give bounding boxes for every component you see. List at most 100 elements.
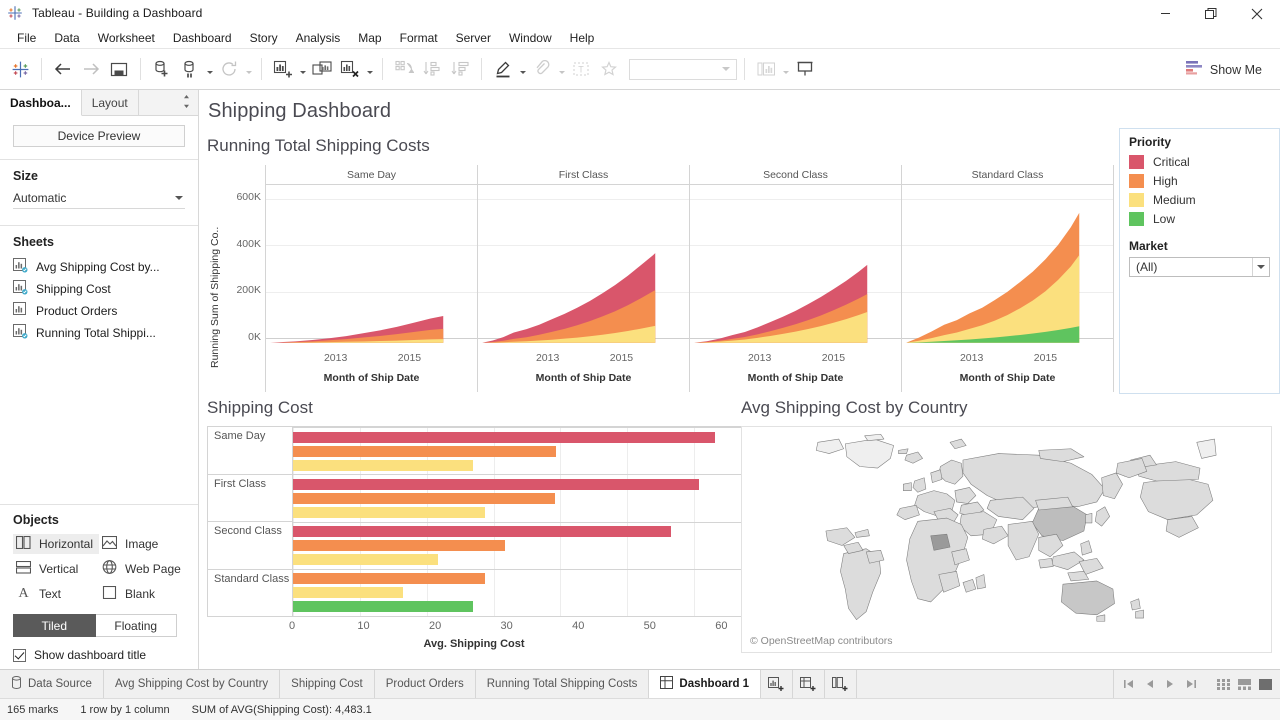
bar-second-class-critical[interactable] (293, 526, 671, 537)
bar-first-class-critical[interactable] (293, 479, 699, 490)
menu-file[interactable]: File (8, 29, 45, 47)
save-icon[interactable] (105, 55, 133, 83)
next-sheet-button[interactable] (1161, 674, 1180, 694)
pause-auto-update-icon[interactable] (176, 55, 204, 83)
back-icon[interactable] (49, 55, 77, 83)
sort-descending-icon[interactable] (446, 55, 474, 83)
menu-window[interactable]: Window (500, 29, 561, 47)
refresh-caret-icon[interactable] (243, 55, 254, 83)
viz-shipping-cost[interactable]: Shipping Cost Same Day First Class Secon… (207, 398, 741, 653)
object-vertical[interactable]: Vertical (13, 558, 99, 579)
menu-server[interactable]: Server (447, 29, 500, 47)
tab-data-source[interactable]: Data Source (0, 670, 104, 698)
tab-dashboard[interactable]: Dashboa... (0, 90, 82, 116)
sheet-item-running-total-shipping[interactable]: Running Total Shippi... (13, 322, 185, 344)
floating-button[interactable]: Floating (96, 614, 178, 637)
object-blank[interactable]: Blank (99, 583, 185, 604)
fit-selector[interactable] (629, 59, 737, 80)
panel-standard-class[interactable]: Standard Class (902, 165, 1114, 392)
fix-axes-icon[interactable] (595, 55, 623, 83)
sheet-item-product-orders[interactable]: Product Orders (13, 300, 185, 322)
pin-icon[interactable] (182, 95, 191, 111)
tab-layout[interactable]: Layout (82, 90, 139, 115)
chevron-down-icon[interactable] (1252, 258, 1269, 276)
map-canvas[interactable]: © OpenStreetMap contributors (741, 426, 1272, 653)
menu-analysis[interactable]: Analysis (287, 29, 350, 47)
viz-running-total-shipping-costs[interactable]: Running Total Shipping Costs Running Sum… (207, 136, 1114, 392)
object-image[interactable]: Image (99, 534, 185, 554)
bar-same-day-medium[interactable] (293, 460, 473, 471)
duplicate-sheet-icon[interactable] (308, 55, 336, 83)
minimize-button[interactable] (1142, 0, 1188, 27)
sheet-item-avg-shipping-cost[interactable]: Avg Shipping Cost by... (13, 256, 185, 278)
show-me-button[interactable]: Show Me (1180, 49, 1268, 90)
tab-running-total-shipping-costs[interactable]: Running Total Shipping Costs (476, 670, 650, 698)
bar-same-day-high[interactable] (293, 446, 556, 457)
panel-first-class[interactable]: First Class 20 (478, 165, 690, 392)
menu-dashboard[interactable]: Dashboard (164, 29, 241, 47)
new-dashboard-tab-button[interactable] (793, 670, 825, 698)
new-worksheet-caret-icon[interactable] (297, 55, 308, 83)
bar-second-class-high[interactable] (293, 540, 505, 551)
new-story-tab-button[interactable] (825, 670, 857, 698)
legend-card[interactable]: Priority Critical High Medium Low Ma (1119, 128, 1280, 394)
panel-second-class[interactable]: Second Class 2 (690, 165, 902, 392)
highlight-icon[interactable] (489, 55, 517, 83)
tab-shipping-cost[interactable]: Shipping Cost (280, 670, 375, 698)
bar-standard-class-high[interactable] (293, 573, 485, 584)
legend-item-critical[interactable]: Critical (1129, 152, 1270, 171)
new-worksheet-icon[interactable] (269, 55, 297, 83)
viz-avg-shipping-cost-by-country[interactable]: Avg Shipping Cost by Country (741, 398, 1272, 653)
bar-standard-class-low[interactable] (293, 601, 473, 612)
menu-format[interactable]: Format (391, 29, 447, 47)
clear-sheet-icon[interactable] (336, 55, 364, 83)
sheet-sorter-button[interactable] (1235, 674, 1254, 694)
tab-product-orders[interactable]: Product Orders (375, 670, 476, 698)
bar-first-class-medium[interactable] (293, 507, 485, 518)
legend-item-low[interactable]: Low (1129, 209, 1270, 228)
sheet-item-shipping-cost[interactable]: Shipping Cost (13, 278, 185, 300)
new-worksheet-tab-button[interactable] (761, 670, 793, 698)
size-select[interactable]: Automatic (13, 190, 185, 209)
market-filter-dropdown[interactable]: (All) (1129, 257, 1270, 277)
tab-avg-shipping-cost-by-country[interactable]: Avg Shipping Cost by Country (104, 670, 280, 698)
bar-standard-class-medium[interactable] (293, 587, 403, 598)
legend-item-high[interactable]: High (1129, 171, 1270, 190)
refresh-data-source-icon[interactable] (215, 55, 243, 83)
group-caret-icon[interactable] (556, 55, 567, 83)
show-dashboard-title-checkbox[interactable] (13, 649, 26, 662)
show-filmstrip-button[interactable] (1214, 674, 1233, 694)
bar-first-class-high[interactable] (293, 493, 555, 504)
legend-item-medium[interactable]: Medium (1129, 190, 1270, 209)
swap-rows-columns-icon[interactable] (390, 55, 418, 83)
cards-caret-icon[interactable] (780, 55, 791, 83)
menu-help[interactable]: Help (561, 29, 604, 47)
show-dashboard-title-row[interactable]: Show dashboard title (13, 648, 185, 662)
tiled-button[interactable]: Tiled (13, 614, 96, 637)
device-preview-button[interactable]: Device Preview (13, 125, 185, 147)
group-members-icon[interactable] (528, 55, 556, 83)
close-button[interactable] (1234, 0, 1280, 27)
clear-sheet-caret-icon[interactable] (364, 55, 375, 83)
object-text[interactable]: A Text (13, 583, 99, 604)
tab-dashboard-1[interactable]: Dashboard 1 (649, 670, 761, 698)
menu-map[interactable]: Map (349, 29, 390, 47)
bar-same-day-critical[interactable] (293, 432, 715, 443)
highlight-caret-icon[interactable] (517, 55, 528, 83)
first-sheet-button[interactable] (1119, 674, 1138, 694)
last-sheet-button[interactable] (1182, 674, 1201, 694)
show-sheet-button[interactable] (1256, 674, 1275, 694)
sort-ascending-icon[interactable] (418, 55, 446, 83)
bar-second-class-medium[interactable] (293, 554, 438, 565)
tableau-home-icon[interactable] (6, 55, 34, 83)
show-hide-cards-icon[interactable] (752, 55, 780, 83)
panel-same-day[interactable]: Same Day 2013 (266, 165, 478, 392)
menu-worksheet[interactable]: Worksheet (89, 29, 164, 47)
maximize-button[interactable] (1188, 0, 1234, 27)
show-mark-labels-icon[interactable]: T (567, 55, 595, 83)
forward-icon[interactable] (77, 55, 105, 83)
menu-data[interactable]: Data (45, 29, 88, 47)
previous-sheet-button[interactable] (1140, 674, 1159, 694)
dashboard-canvas[interactable]: Shipping Dashboard Running Total Shippin… (199, 90, 1280, 669)
object-web-page[interactable]: Web Page (99, 558, 185, 579)
